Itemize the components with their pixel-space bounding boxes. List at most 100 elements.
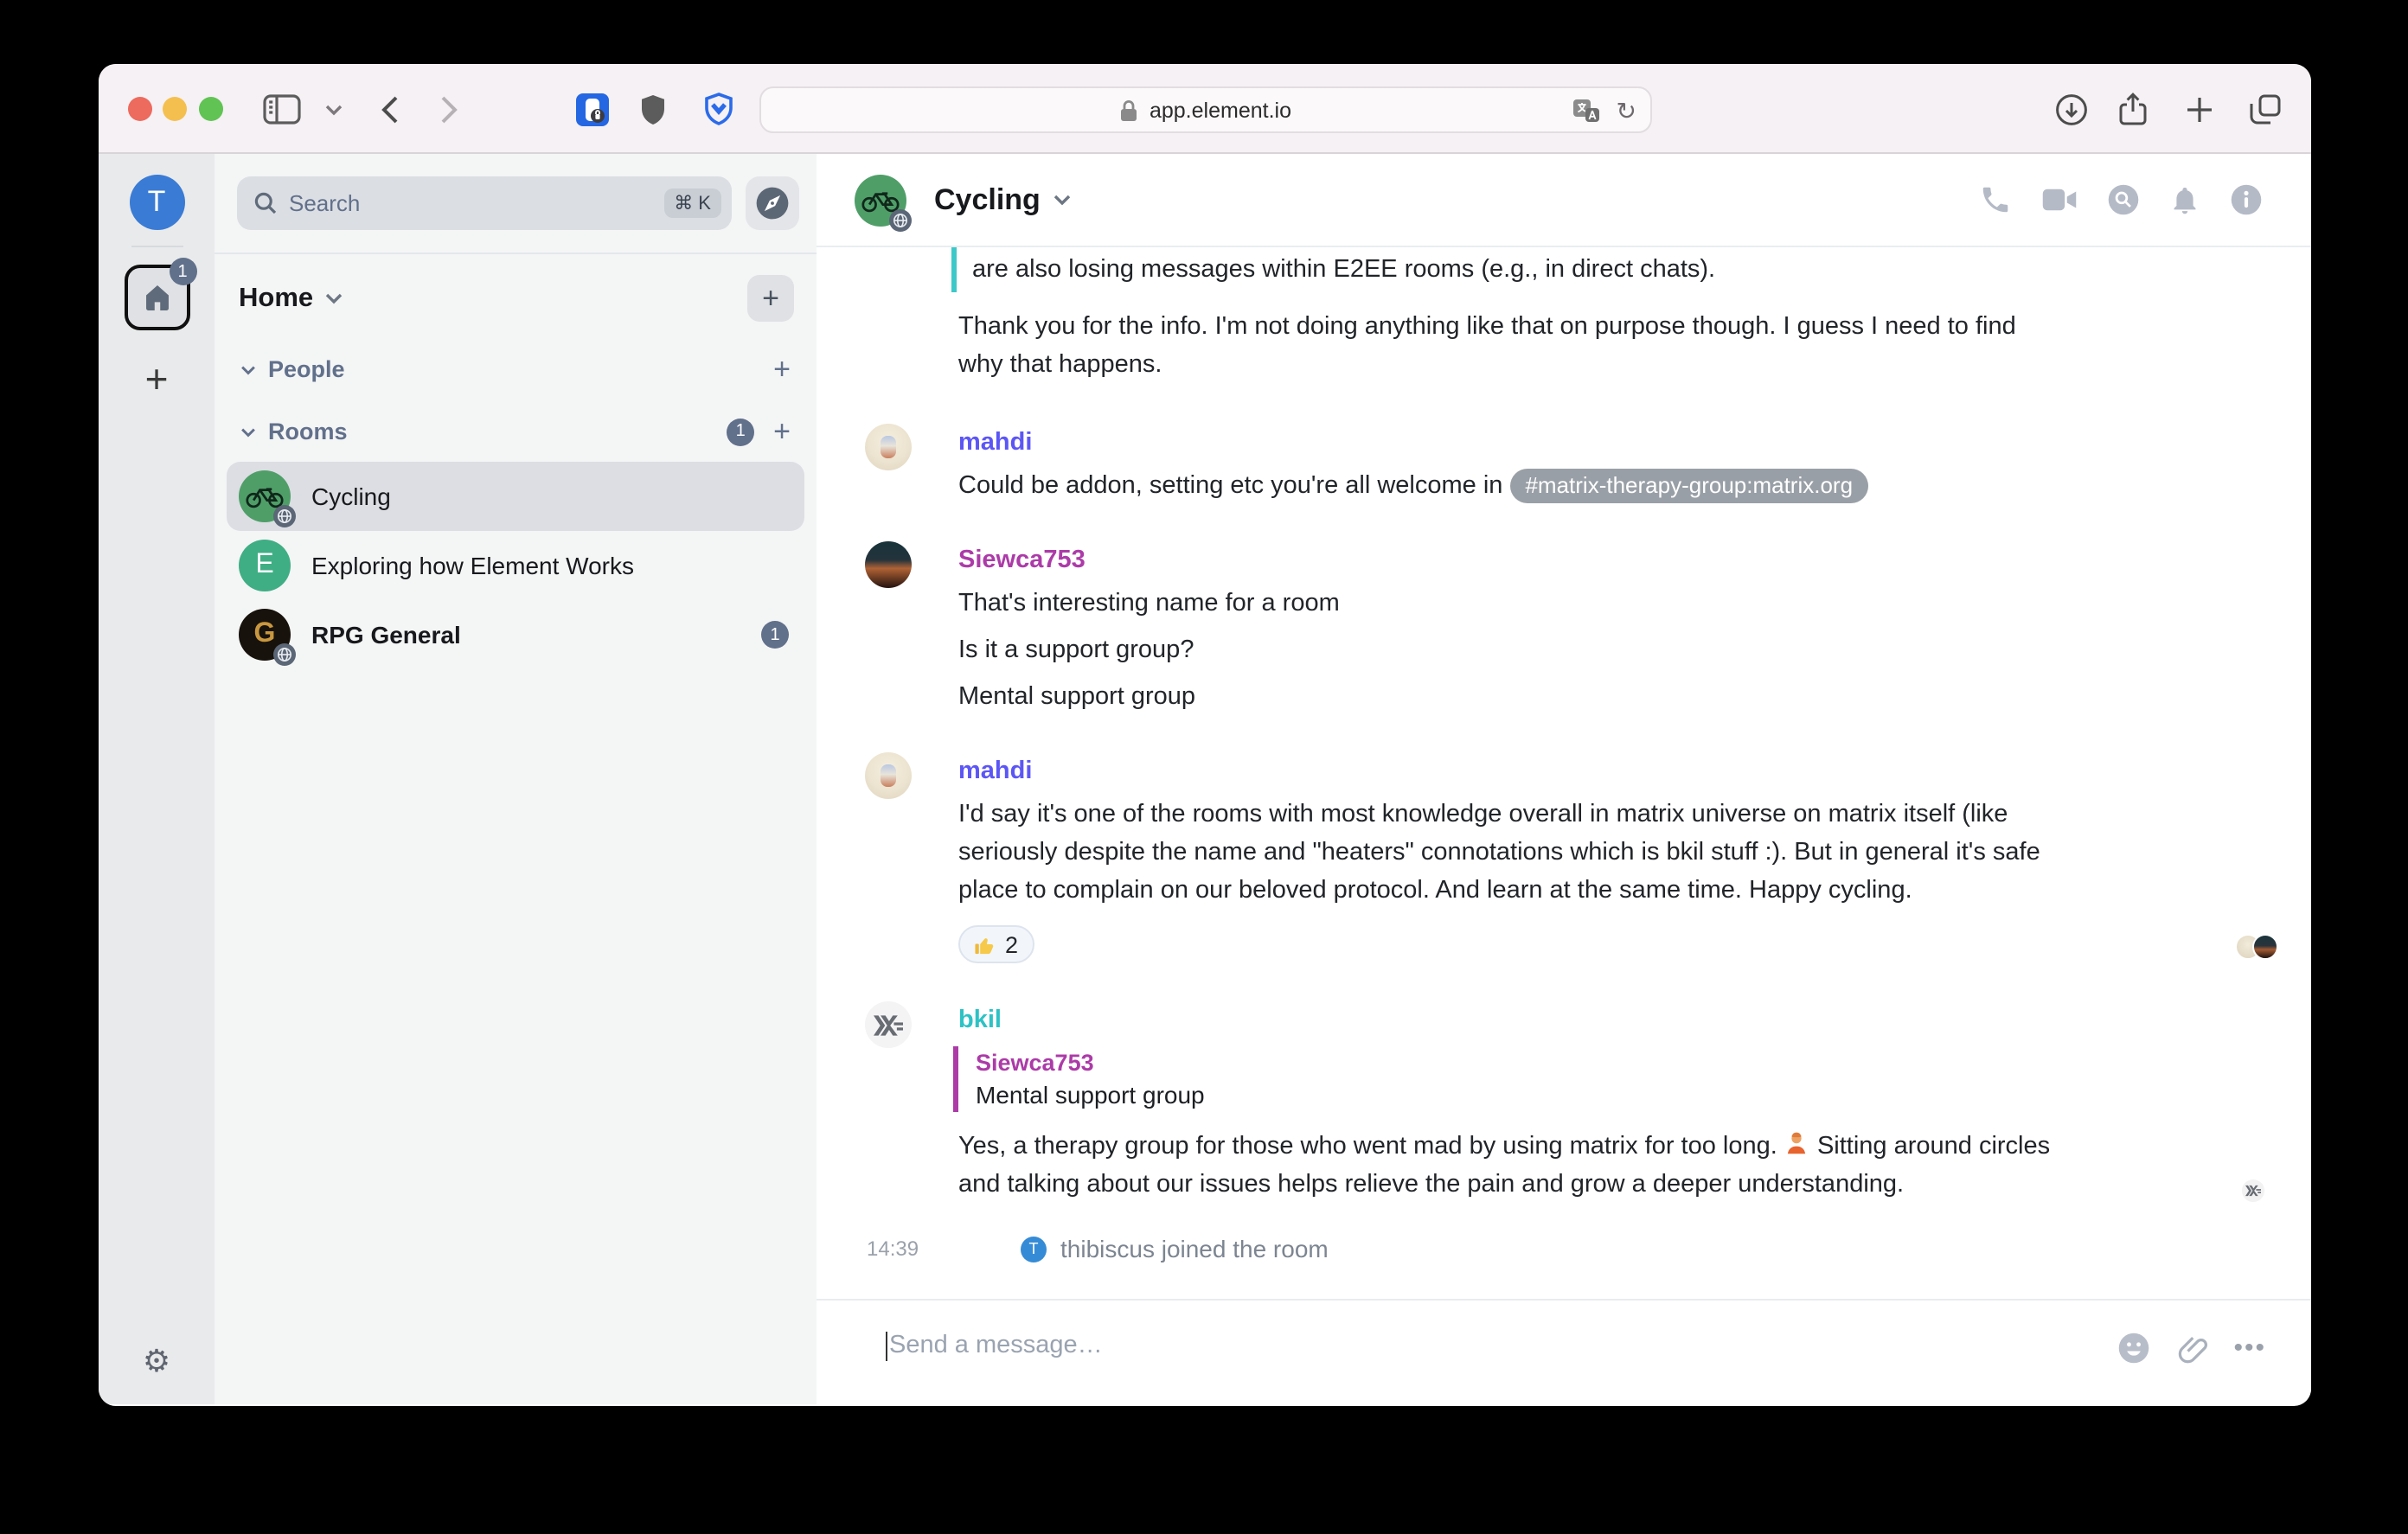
user-avatar[interactable]: T (129, 175, 184, 230)
share-icon[interactable] (2112, 88, 2154, 130)
attachment-paperclip-icon[interactable] (2176, 1332, 2207, 1365)
search-input[interactable]: Search ⌘ K (237, 176, 732, 230)
message-group-bkil: bkil Siewca753 Mental support group Yes,… (817, 1001, 2311, 1204)
room-link-pill[interactable]: #matrix-therapy-group:matrix.org (1509, 469, 1868, 503)
cycling-room-avatar (239, 470, 291, 522)
home-space-button[interactable]: 1 (124, 265, 189, 330)
search-placeholder: Search (289, 190, 663, 216)
room-unread-badge: 1 (761, 621, 789, 649)
home-icon (141, 282, 172, 313)
sender-name[interactable]: mahdi (958, 752, 2311, 790)
chevron-down-icon (240, 426, 256, 437)
emoji-picker-icon[interactable] (2117, 1332, 2150, 1365)
public-room-globe-icon (889, 208, 912, 231)
create-space-button[interactable]: + (145, 360, 169, 399)
rpg-room-initial: G (254, 619, 276, 650)
back-button[interactable] (368, 88, 410, 130)
sidebar-toggle-icon[interactable] (261, 88, 303, 130)
reaction-count: 2 (1005, 931, 1018, 957)
haskell-logo-icon (874, 1014, 903, 1035)
reply-quote[interactable]: are also losing messages within E2EE roo… (951, 247, 2311, 292)
space-title[interactable]: Home (239, 283, 313, 314)
forward-button[interactable] (427, 88, 469, 130)
read-receipt[interactable] (2240, 1178, 2266, 1204)
zoom-window-button[interactable] (199, 97, 223, 121)
password-extension-icon[interactable] (571, 88, 612, 130)
close-window-button[interactable] (128, 97, 152, 121)
url-text: app.element.io (1150, 98, 1291, 122)
event-user-avatar[interactable]: T (1021, 1236, 1047, 1262)
message-line: Mental support group (958, 678, 2055, 716)
message-composer[interactable]: Send a message… ••• (817, 1299, 2311, 1403)
room-name: Exploring how Element Works (311, 552, 634, 579)
home-unread-badge: 1 (169, 258, 196, 285)
sender-name[interactable]: mahdi (958, 424, 2311, 462)
sender-name[interactable]: Siewca753 (958, 541, 2311, 579)
room-item-cycling[interactable]: Cycling (227, 462, 804, 531)
person-emoji (1784, 1131, 1810, 1157)
quoted-text: Mental support group (976, 1079, 2311, 1112)
reload-icon[interactable]: ↻ (1617, 98, 1636, 122)
new-tab-icon[interactable] (2178, 88, 2219, 130)
bicycle-icon (861, 188, 900, 212)
room-list-panel: Search ⌘ K Home + (215, 154, 817, 1404)
room-search-icon[interactable] (2107, 183, 2140, 216)
event-timestamp: 14:39 (867, 1237, 919, 1261)
add-room-plus-button[interactable]: + (773, 417, 791, 446)
add-room-button[interactable]: + (747, 275, 794, 322)
mahdi-avatar[interactable] (865, 752, 912, 799)
room-item-exploring[interactable]: E Exploring how Element Works (227, 531, 804, 600)
message-line: Could be addon, setting etc you're all w… (958, 467, 2055, 505)
room-name: RPG General (311, 621, 461, 649)
translate-icon[interactable] (1573, 98, 1601, 122)
voice-call-icon[interactable] (1979, 183, 2012, 216)
quote-text: are also losing messages within E2EE roo… (972, 256, 1715, 284)
notifications-bell-icon[interactable] (2169, 182, 2200, 217)
add-people-button[interactable]: + (773, 355, 791, 384)
settings-gear-icon[interactable]: ⚙ (143, 1345, 170, 1377)
sidebar-chevron-icon[interactable] (313, 88, 355, 130)
blue-shield-extension-icon[interactable] (697, 88, 739, 130)
room-item-rpg-general[interactable]: G RPG General 1 (227, 600, 804, 669)
bkil-avatar[interactable] (865, 1001, 912, 1048)
room-info-icon[interactable] (2230, 183, 2263, 216)
rooms-section-header[interactable]: Rooms 1 + (240, 417, 791, 446)
composer-placeholder: Send a message… (889, 1332, 1103, 1359)
thumbsup-reaction-pill[interactable]: 2 (958, 925, 1034, 963)
chat-column: Cycling are also losing messages within … (817, 154, 2311, 1404)
room-title[interactable]: Cycling (934, 182, 1041, 217)
mahdi-avatar[interactable] (865, 424, 912, 470)
address-bar[interactable]: app.element.io ↻ (759, 86, 1652, 133)
read-receipt-avatar[interactable] (2252, 934, 2278, 960)
video-call-icon[interactable] (2041, 183, 2078, 216)
read-receipts[interactable] (2235, 934, 2278, 960)
message-line: That's interesting name for a room (958, 585, 2055, 623)
membership-event-row: 14:39 T thibiscus joined the room (817, 1235, 2311, 1262)
browser-toolbar: app.element.io ↻ (99, 64, 2311, 154)
message-timeline[interactable]: are also losing messages within E2EE roo… (817, 247, 2311, 1299)
rail-divider (131, 246, 183, 247)
quoted-author[interactable]: Siewca753 (976, 1046, 2311, 1079)
explore-rooms-button[interactable] (746, 176, 799, 230)
space-chevron-icon[interactable] (325, 292, 343, 304)
compass-icon (754, 185, 791, 221)
text-caret (886, 1332, 887, 1361)
room-title-chevron-icon[interactable] (1054, 194, 1072, 206)
more-options-icon[interactable]: ••• (2233, 1333, 2266, 1363)
reply-quote[interactable]: Siewca753 Mental support group (953, 1046, 2311, 1112)
people-section-header[interactable]: People + (240, 355, 791, 384)
downloads-icon[interactable] (2050, 88, 2091, 130)
minimize-window-button[interactable] (163, 97, 187, 121)
sender-name[interactable]: bkil (958, 1001, 2311, 1039)
shield-extension-icon[interactable] (631, 88, 673, 130)
read-receipt-avatar[interactable] (2240, 1178, 2266, 1204)
rpg-room-avatar: G (239, 609, 291, 661)
tab-overview-icon[interactable] (2244, 88, 2285, 130)
event-text: thibiscus joined the room (1060, 1235, 1329, 1262)
room-header-avatar[interactable] (855, 174, 906, 226)
siewca-avatar[interactable] (865, 541, 912, 588)
message-line: Thank you for the info. I'm not doing an… (958, 313, 2016, 379)
desktop: app.element.io ↻ (0, 0, 2408, 1534)
message-line: Yes, a therapy group for those who went … (958, 1128, 2055, 1204)
lock-icon (1120, 98, 1139, 122)
